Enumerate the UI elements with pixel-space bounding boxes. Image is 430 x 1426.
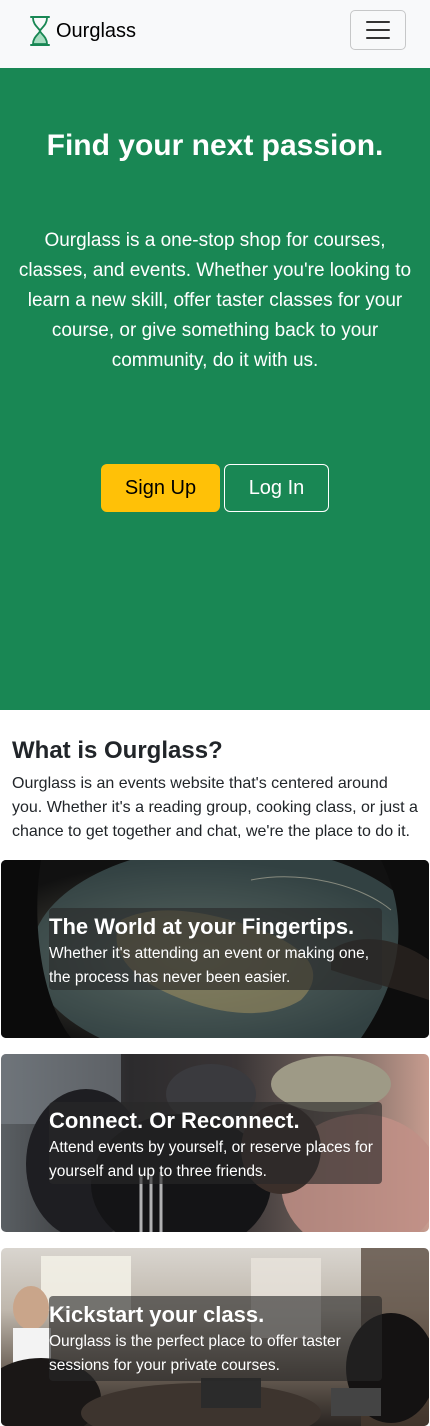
brand-name: Ourglass bbox=[56, 20, 137, 42]
log-in-button[interactable]: Log In bbox=[224, 464, 329, 512]
card-caption: Kickstart your class. Ourglass is the pe… bbox=[49, 1296, 382, 1381]
card-title: The World at your Fingertips. bbox=[49, 914, 355, 939]
card-caption: Connect. Or Reconnect. Attend events by … bbox=[49, 1102, 382, 1184]
hero-title: Find your next passion. bbox=[46, 129, 384, 162]
card-title: Kickstart your class. bbox=[49, 1302, 265, 1327]
card-text: Ourglass is the perfect place to offer t… bbox=[49, 1333, 341, 1374]
brand-link[interactable]: Ourglass bbox=[28, 15, 136, 47]
about-title: What is Ourglass? bbox=[12, 737, 223, 764]
hero-section: Find your next passion. Ourglass is a on… bbox=[0, 68, 430, 710]
hamburger-icon bbox=[366, 21, 390, 39]
hero-text: Ourglass is a one-stop shop for courses,… bbox=[18, 230, 412, 371]
sign-up-button[interactable]: Sign Up bbox=[101, 464, 220, 512]
navbar: Ourglass bbox=[0, 0, 430, 68]
feature-card-class: Kickstart your class. Ourglass is the pe… bbox=[1, 1248, 429, 1426]
feature-card-world: The World at your Fingertips. Whether it… bbox=[1, 860, 429, 1038]
menu-toggle-button[interactable] bbox=[350, 10, 406, 50]
feature-card-connect: Connect. Or Reconnect. Attend events by … bbox=[1, 1054, 429, 1232]
card-text: Attend events by yourself, or reserve pl… bbox=[49, 1139, 373, 1180]
hourglass-icon bbox=[30, 16, 50, 46]
card-title: Connect. Or Reconnect. bbox=[49, 1108, 300, 1133]
card-caption: The World at your Fingertips. Whether it… bbox=[49, 908, 382, 990]
about-text: Ourglass is an events website that's cen… bbox=[12, 775, 418, 840]
card-text: Whether it's attending an event or makin… bbox=[49, 945, 370, 986]
